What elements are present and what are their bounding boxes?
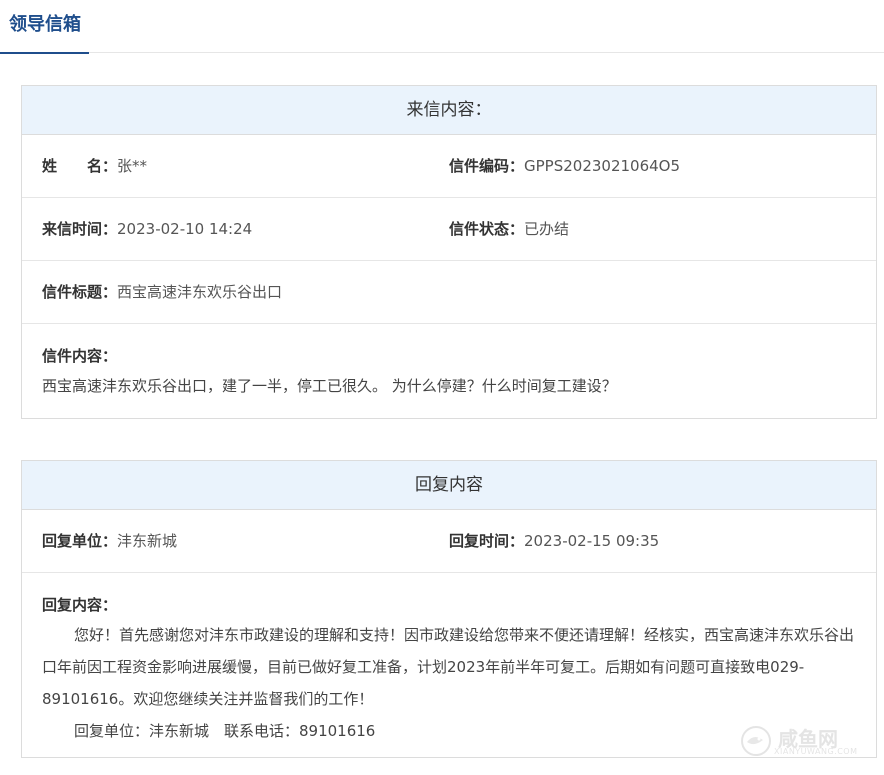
reply-unit-field: 回复单位：沣东新城 <box>42 510 177 573</box>
watermark-domain: XIANYUWANG.COM <box>774 747 858 756</box>
tab-label: 领导信箱 <box>9 14 81 35</box>
reply-content-text: 您好！首先感谢您对沣东市政建设的理解和支持！因市政建设给您带来不便还请理解！经核… <box>42 626 855 708</box>
letter-code-label: 信件编码： <box>449 157 525 175</box>
letter-row-name-code: 姓 名：张** 信件编码：GPPS2023021064O5 <box>22 135 876 198</box>
letter-status-value: 已办结 <box>524 220 570 238</box>
tab-leader-mailbox[interactable]: 领导信箱 <box>0 0 90 54</box>
reply-unit-value: 沣东新城 <box>117 532 178 550</box>
letter-time-value: 2023-02-10 14:24 <box>117 220 253 238</box>
letter-status-label: 信件状态： <box>449 220 525 238</box>
letter-content-text: 西宝高速沣东欢乐谷出口，建了一半，停工已很久。 为什么停建？什么时间复工建设？ <box>42 377 617 395</box>
letter-panel-title: 来信内容： <box>22 86 876 135</box>
letter-status-field: 信件状态：已办结 <box>449 198 569 261</box>
letter-panel: 来信内容： 姓 名：张** 信件编码：GPPS2023021064O5 来信时间… <box>21 85 877 419</box>
letter-time-field: 来信时间：2023-02-10 14:24 <box>42 198 252 261</box>
reply-time-value: 2023-02-15 09:35 <box>524 532 660 550</box>
active-tab-underline <box>0 52 89 54</box>
letter-row-time-status: 来信时间：2023-02-10 14:24 信件状态：已办结 <box>22 198 876 261</box>
reply-signature: 回复单位：沣东新城 联系电话：89101616 <box>74 722 376 740</box>
top-tab-bar: 领导信箱 <box>0 0 884 54</box>
letter-row-subject: 信件标题：西宝高速沣东欢乐谷出口 <box>22 261 876 324</box>
fish-logo-icon <box>741 726 771 756</box>
letter-content-label: 信件内容： <box>42 347 118 365</box>
reply-content-label: 回复内容： <box>42 596 118 614</box>
reply-panel: 回复内容 回复单位：沣东新城 回复时间：2023-02-15 09:35 回复内… <box>21 460 877 758</box>
letter-code-value: GPPS2023021064O5 <box>524 157 681 175</box>
letter-row-content: 信件内容： 西宝高速沣东欢乐谷出口，建了一半，停工已很久。 为什么停建？什么时间… <box>22 324 876 418</box>
reply-unit-label: 回复单位： <box>42 532 118 550</box>
letter-subject-field: 信件标题：西宝高速沣东欢乐谷出口 <box>42 261 282 324</box>
sender-name-field: 姓 名：张** <box>42 135 147 198</box>
site-watermark: 咸鱼网 XIANYUWANG.COM <box>738 721 858 761</box>
letter-subject-label: 信件标题： <box>42 283 118 301</box>
reply-panel-title: 回复内容 <box>22 461 876 510</box>
reply-time-field: 回复时间：2023-02-15 09:35 <box>449 510 659 573</box>
letter-code-field: 信件编码：GPPS2023021064O5 <box>449 135 680 198</box>
letter-subject-value: 西宝高速沣东欢乐谷出口 <box>117 283 283 301</box>
sender-name-value: 张** <box>117 157 148 175</box>
sender-name-label: 姓 名： <box>42 157 118 175</box>
reply-row-unit-time: 回复单位：沣东新城 回复时间：2023-02-15 09:35 <box>22 510 876 573</box>
reply-time-label: 回复时间： <box>449 532 525 550</box>
letter-time-label: 来信时间： <box>42 220 118 238</box>
